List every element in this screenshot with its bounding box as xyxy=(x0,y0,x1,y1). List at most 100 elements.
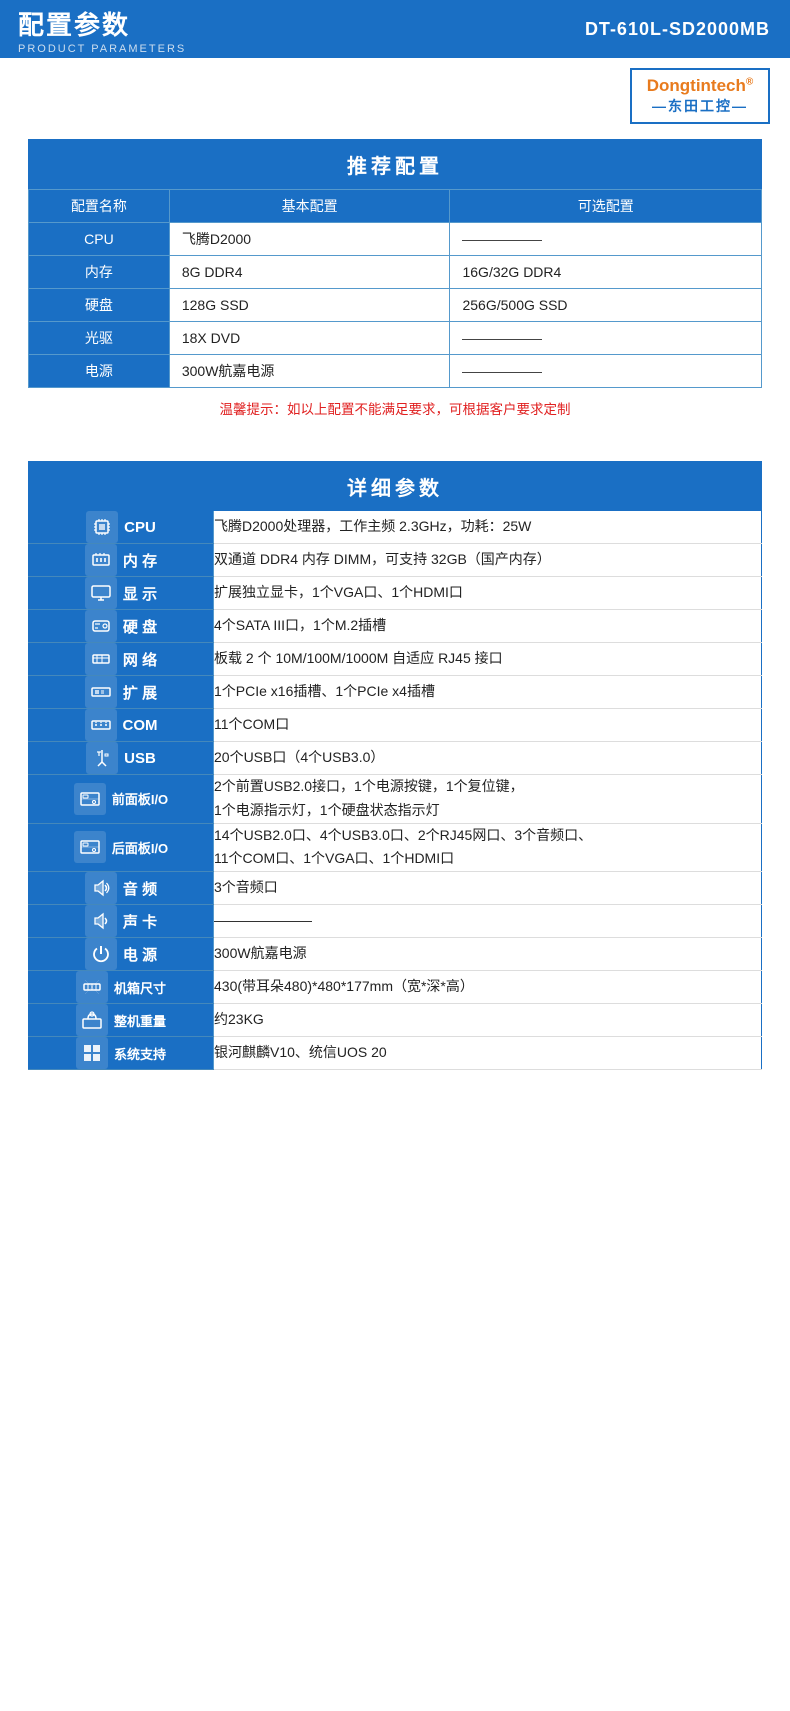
col-name: 配置名称 xyxy=(29,190,170,223)
usb-icon xyxy=(86,742,118,774)
detail-value-cell: 20个USB口（4个USB3.0） xyxy=(214,742,762,775)
warm-tip: 温馨提示：如以上配置不能满足要求，可根据客户要求定制 xyxy=(28,398,762,418)
recommend-col-header: 配置名称 基本配置 可选配置 xyxy=(29,190,762,223)
recommend-row-basic: 飞腾D2000 xyxy=(169,223,450,256)
page-header: 配置参数 PRODUCT PARAMETERS DT-610L-SD2000MB xyxy=(0,0,790,58)
chassis-icon xyxy=(76,971,108,1003)
network-icon xyxy=(85,643,117,675)
recommend-row-name: CPU xyxy=(29,223,170,256)
detail-row: USB 20个USB口（4个USB3.0） xyxy=(29,742,762,775)
detail-row: CPU 飞腾D2000处理器，工作主频 2.3GHz，功耗：25W xyxy=(29,511,762,544)
detail-label-text: 硬 盘 xyxy=(123,616,157,637)
detail-row: COM 11个COM口 xyxy=(29,709,762,742)
detail-value-cell: 2个前置USB2.0接口，1个电源按键，1个复位键，1个电源指示灯，1个硬盘状态… xyxy=(214,775,762,824)
detail-value-cell: 扩展独立显卡，1个VGA口、1个HDMI口 xyxy=(214,577,762,610)
recommend-row-basic: 8G DDR4 xyxy=(169,256,450,289)
recommend-row-name: 光驱 xyxy=(29,322,170,355)
recommend-title: 推荐配置 xyxy=(29,140,762,190)
detail-label-cell: 声 卡 xyxy=(29,905,214,938)
recommend-header: 推荐配置 xyxy=(29,140,762,190)
recommend-row-optional xyxy=(450,322,762,355)
detail-label-text: 系统支持 xyxy=(114,1044,166,1063)
com-icon xyxy=(85,709,117,741)
header-model: DT-610L-SD2000MB xyxy=(220,0,790,58)
logo-container: Dongtintech® —东田工控— xyxy=(0,58,790,129)
weight-icon xyxy=(76,1004,108,1036)
detail-row: 后面板I/O 14个USB2.0口、4个USB3.0口、2个RJ45网口、3个音频… xyxy=(29,823,762,872)
detail-value-cell: 11个COM口 xyxy=(214,709,762,742)
detail-value-cell: 4个SATA III口，1个M.2插槽 xyxy=(214,610,762,643)
detail-label-text: 后面板I/O xyxy=(112,838,168,857)
detail-label-cell: USB xyxy=(29,742,214,775)
detail-label-cell: 电 源 xyxy=(29,938,214,971)
detail-value-cell: 银河麒麟V10、统信UOS 20 xyxy=(214,1037,762,1070)
logo-box: Dongtintech® —东田工控— xyxy=(630,68,770,124)
detail-row: 网 络 板载 2 个 10M/100M/1000M 自适应 RJ45 接口 xyxy=(29,643,762,676)
recommend-row-basic: 128G SSD xyxy=(169,289,450,322)
recommend-section: 推荐配置 配置名称 基本配置 可选配置 CPU飞腾D2000内存8G DDR41… xyxy=(0,129,790,433)
recommend-row-basic: 300W航嘉电源 xyxy=(169,355,450,388)
detail-row: 内 存双通道 DDR4 内存 DIMM，可支持 32GB（国产内存） xyxy=(29,544,762,577)
os-icon xyxy=(76,1037,108,1069)
header-title-box: 配置参数 PRODUCT PARAMETERS xyxy=(0,0,220,58)
main-title: 配置参数 xyxy=(18,5,202,42)
recommend-row-name: 硬盘 xyxy=(29,289,170,322)
display-icon xyxy=(85,577,117,609)
detail-label-text: 声 卡 xyxy=(123,911,157,932)
frontio-icon xyxy=(74,783,106,815)
detail-row: 前面板I/O 2个前置USB2.0接口，1个电源按键，1个复位键，1个电源指示灯，… xyxy=(29,775,762,824)
detail-label-cell: 前面板I/O xyxy=(29,775,214,824)
detail-label-text: 前面板I/O xyxy=(112,789,168,808)
recommend-row-optional xyxy=(450,223,762,256)
recommend-row-optional: 16G/32G DDR4 xyxy=(450,256,762,289)
detail-label-cell: 显 示 xyxy=(29,577,214,610)
detail-label-text: USB xyxy=(124,750,156,767)
recommend-row-name: 内存 xyxy=(29,256,170,289)
detail-row: 音 频3个音频口 xyxy=(29,872,762,905)
logo-brand-cn: —东田工控— xyxy=(652,96,748,116)
detail-label-cell: 机箱尺寸 xyxy=(29,971,214,1004)
detail-value-cell: 双通道 DDR4 内存 DIMM，可支持 32GB（国产内存） xyxy=(214,544,762,577)
soundcard-icon xyxy=(85,905,117,937)
detail-label-cell: 硬 盘 xyxy=(29,610,214,643)
detail-label-cell: 网 络 xyxy=(29,643,214,676)
detail-label-cell: 内 存 xyxy=(29,544,214,577)
detail-value-cell: ——————— xyxy=(214,905,762,938)
hdd-icon xyxy=(85,610,117,642)
detail-label-cell: CPU xyxy=(29,511,214,544)
detail-value-cell: 1个PCIe x16插槽、1个PCIe x4插槽 xyxy=(214,676,762,709)
detail-label-cell: 音 频 xyxy=(29,872,214,905)
col-basic: 基本配置 xyxy=(169,190,450,223)
detail-value-cell: 14个USB2.0口、4个USB3.0口、2个RJ45网口、3个音频口、11个C… xyxy=(214,823,762,872)
detail-label-cell: 整机重量 xyxy=(29,1004,214,1037)
recommend-row: CPU飞腾D2000 xyxy=(29,223,762,256)
detail-row: 整机重量约23KG xyxy=(29,1004,762,1037)
detail-label-cell: 扩 展 xyxy=(29,676,214,709)
detail-label-text: 扩 展 xyxy=(123,682,157,703)
detail-section: 详细参数 CPU飞腾D2000处理器，工作主频 2.3GHz，功耗：25W内 存… xyxy=(0,451,790,1080)
memory-icon xyxy=(85,544,117,576)
detail-label-cell: 系统支持 xyxy=(29,1037,214,1070)
detail-value-cell: 板载 2 个 10M/100M/1000M 自适应 RJ45 接口 xyxy=(214,643,762,676)
detail-row: 机箱尺寸430(带耳朵480)*480*177mm（宽*深*高） xyxy=(29,971,762,1004)
recommend-row: 电源300W航嘉电源 xyxy=(29,355,762,388)
sub-title: PRODUCT PARAMETERS xyxy=(18,43,202,55)
recommend-row: 光驱18X DVD xyxy=(29,322,762,355)
recommend-row: 硬盘128G SSD256G/500G SSD xyxy=(29,289,762,322)
audio-icon xyxy=(85,872,117,904)
detail-row: 电 源300W航嘉电源 xyxy=(29,938,762,971)
recommend-row-name: 电源 xyxy=(29,355,170,388)
detail-label-text: CPU xyxy=(124,519,156,536)
recommend-row-basic: 18X DVD xyxy=(169,322,450,355)
detail-row: 声 卡 ——————— xyxy=(29,905,762,938)
power-icon xyxy=(85,938,117,970)
detail-row: 扩 展 1个PCIe x16插槽、1个PCIe x4插槽 xyxy=(29,676,762,709)
detail-value-cell: 飞腾D2000处理器，工作主频 2.3GHz，功耗：25W xyxy=(214,511,762,544)
detail-label-text: 显 示 xyxy=(123,583,157,604)
detail-value-cell: 430(带耳朵480)*480*177mm（宽*深*高） xyxy=(214,971,762,1004)
detail-row: 显 示 扩展独立显卡，1个VGA口、1个HDMI口 xyxy=(29,577,762,610)
detail-label-text: 网 络 xyxy=(123,649,157,670)
detail-label-text: COM xyxy=(123,717,158,734)
detail-value-cell: 约23KG xyxy=(214,1004,762,1037)
detail-row: 系统支持 银河麒麟V10、统信UOS 20 xyxy=(29,1037,762,1070)
